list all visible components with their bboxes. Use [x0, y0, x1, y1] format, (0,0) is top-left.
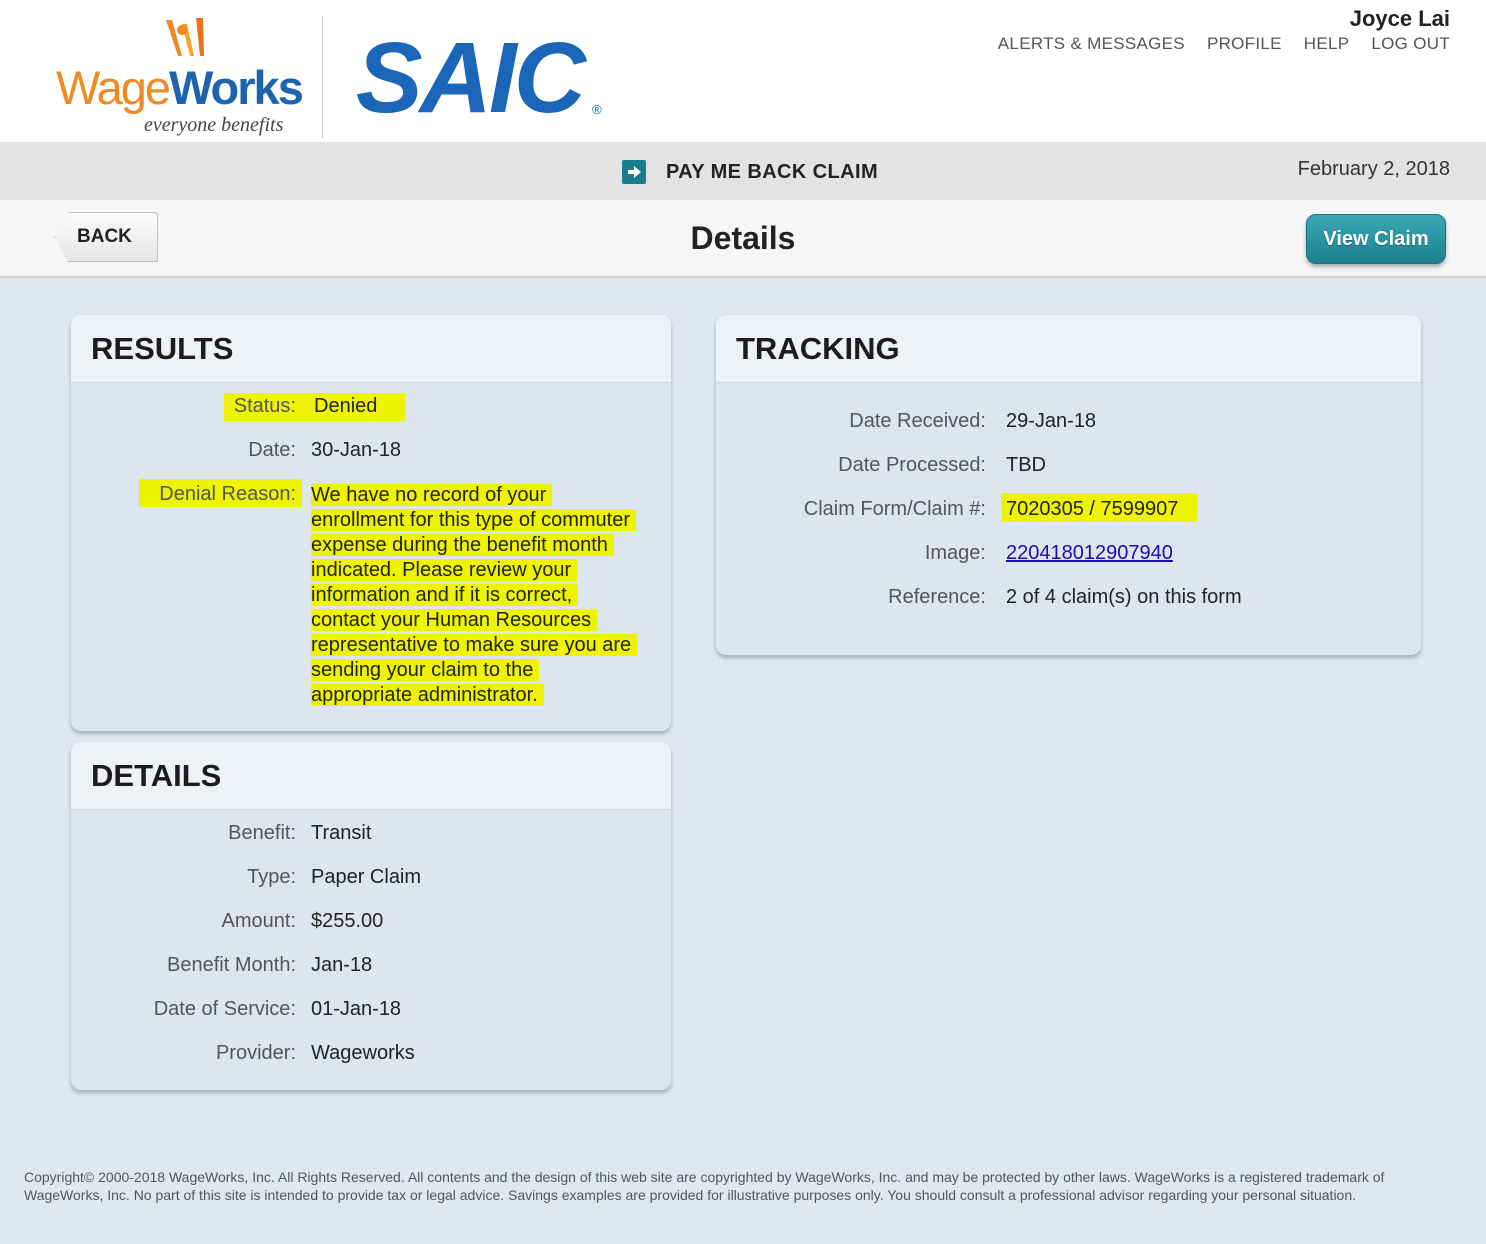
detail-row-benefit-month: Benefit Month: Jan-18	[71, 954, 372, 977]
status-badge: Denied	[314, 395, 378, 417]
detail-row-benefit: Benefit: Transit	[71, 822, 371, 845]
denial-line: information and if it is correct,	[311, 584, 579, 606]
amount-value: $255.00	[311, 910, 384, 932]
saic-registered-mark: ®	[592, 102, 602, 117]
tracking-card-header: TRACKING	[716, 315, 1421, 383]
results-title: RESULTS	[91, 330, 234, 366]
detail-row-provider: Provider: Wageworks	[71, 1042, 415, 1065]
current-date: February 2, 2018	[1297, 158, 1450, 180]
status-label: Status:	[233, 395, 296, 417]
denial-line: We have no record of your	[311, 484, 553, 506]
denial-reason-text: We have no record of your enrollment for…	[311, 483, 651, 708]
date-processed-label: Date Processed:	[838, 454, 986, 476]
date-processed-row: Date Processed: TBD	[716, 454, 1046, 477]
nav-help[interactable]: HELP	[1304, 34, 1350, 54]
claim-number-value: 7020305 / 7599907	[1006, 498, 1179, 520]
claim-number-row: Claim Form/Claim #: 7020305 / 7599907	[716, 498, 1179, 521]
denial-line: appropriate administrator.	[311, 684, 544, 706]
wageworks-tagline: everyone benefits	[144, 114, 284, 136]
type-value: Paper Claim	[311, 866, 422, 888]
page-title: Details	[690, 220, 796, 256]
arrow-right-icon	[622, 160, 646, 184]
date-value: 30-Jan-18	[311, 439, 402, 461]
denial-line: enrollment for this type of commuter	[311, 509, 637, 531]
image-link[interactable]: 220418012907940	[1001, 542, 1173, 565]
saic-logo: SAIC	[356, 22, 586, 134]
details-card-header: DETAILS	[71, 742, 671, 810]
claim-title: PAY ME BACK CLAIM	[622, 160, 878, 184]
reference-label: Reference:	[888, 586, 986, 608]
claim-title-label: PAY ME BACK CLAIM	[666, 160, 879, 183]
wageworks-logo[interactable]: WageWorks everyone benefits	[56, 16, 306, 136]
claim-title-band: PAY ME BACK CLAIM February 2, 2018	[0, 142, 1486, 200]
amount-label: Amount:	[221, 910, 296, 932]
denial-reason-row: Denial Reason:	[71, 483, 311, 506]
details-title: DETAILS	[91, 757, 222, 793]
denial-reason-label: Denial Reason:	[159, 483, 296, 505]
denial-line: indicated. Please review your	[311, 559, 578, 581]
date-of-service-value: 01-Jan-18	[311, 998, 402, 1020]
date-processed-value: TBD	[1006, 454, 1046, 476]
nav-profile[interactable]: PROFILE	[1207, 34, 1282, 54]
results-card-header: RESULTS	[71, 315, 671, 383]
date-label: Date:	[248, 439, 296, 461]
claim-number-label: Claim Form/Claim #:	[803, 498, 986, 520]
date-received-value: 29-Jan-18	[1006, 410, 1097, 432]
benefit-month-value: Jan-18	[311, 954, 373, 976]
wageworks-logo-mark-icon	[166, 18, 204, 56]
provider-value: Wageworks	[311, 1042, 415, 1064]
benefit-label: Benefit:	[228, 822, 296, 844]
denial-line: representative to make sure you are	[311, 634, 638, 656]
details-card: DETAILS Benefit: Transit Type: Paper Cla…	[71, 742, 671, 1090]
reference-value: 2 of 4 claim(s) on this form	[1006, 586, 1242, 608]
date-row: Date: 30-Jan-18	[71, 439, 401, 462]
wageworks-wordmark: WageWorks	[56, 61, 304, 114]
image-row: Image: 220418012907940	[716, 542, 1173, 565]
details-toolbar: BACK Details View Claim	[0, 200, 1486, 278]
denial-line: sending your claim to the	[311, 659, 540, 681]
site-header: WageWorks everyone benefits SAIC ® Joyce…	[0, 0, 1486, 142]
user-name: Joyce Lai	[1349, 6, 1450, 31]
tracking-card: TRACKING Date Received: 29-Jan-18 Date P…	[716, 315, 1421, 655]
provider-label: Provider:	[215, 1042, 296, 1064]
benefit-value: Transit	[311, 822, 372, 844]
tracking-title: TRACKING	[736, 330, 900, 366]
status-row: Status: Denied	[71, 395, 378, 418]
type-label: Type:	[247, 866, 296, 888]
denial-line: expense during the benefit month	[311, 534, 614, 556]
benefit-month-label: Benefit Month:	[167, 954, 296, 976]
detail-row-amount: Amount: $255.00	[71, 910, 384, 933]
logo-divider	[322, 16, 323, 138]
detail-row-date-of-service: Date of Service: 01-Jan-18	[71, 998, 401, 1021]
nav-log-out[interactable]: LOG OUT	[1371, 34, 1450, 54]
view-claim-button[interactable]: View Claim	[1306, 214, 1446, 264]
date-received-label: Date Received:	[849, 410, 986, 432]
denial-line: contact your Human Resources	[311, 609, 598, 631]
top-nav: ALERTS & MESSAGES PROFILE HELP LOG OUT	[998, 34, 1450, 54]
reference-row: Reference: 2 of 4 claim(s) on this form	[716, 586, 1242, 609]
detail-row-type: Type: Paper Claim	[71, 866, 421, 889]
nav-alerts-messages[interactable]: ALERTS & MESSAGES	[998, 34, 1185, 54]
date-of-service-label: Date of Service:	[153, 998, 296, 1020]
results-card: RESULTS Status: Denied Date: 30-Jan-18 D…	[71, 315, 671, 731]
date-received-row: Date Received: 29-Jan-18	[716, 410, 1096, 433]
image-label: Image:	[924, 542, 986, 564]
copyright-footer: Copyright© 2000-2018 WageWorks, Inc. All…	[24, 1169, 1385, 1203]
